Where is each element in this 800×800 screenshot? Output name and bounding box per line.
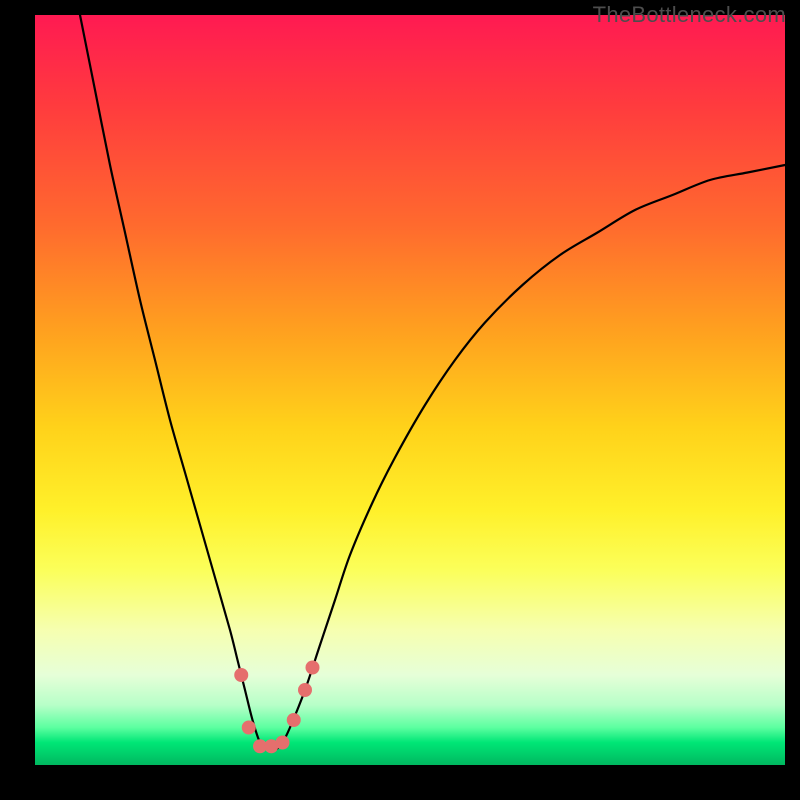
curve-markers bbox=[234, 661, 319, 754]
chart-svg bbox=[35, 15, 785, 765]
chart-plot-area bbox=[35, 15, 785, 765]
bottleneck-curve bbox=[80, 15, 785, 751]
curve-marker bbox=[276, 736, 290, 750]
curve-marker bbox=[234, 668, 248, 682]
curve-marker bbox=[298, 683, 312, 697]
watermark-text: TheBottleneck.com bbox=[593, 2, 786, 28]
curve-marker bbox=[306, 661, 320, 675]
curve-marker bbox=[287, 713, 301, 727]
chart-frame: TheBottleneck.com bbox=[0, 0, 800, 800]
curve-marker bbox=[242, 721, 256, 735]
